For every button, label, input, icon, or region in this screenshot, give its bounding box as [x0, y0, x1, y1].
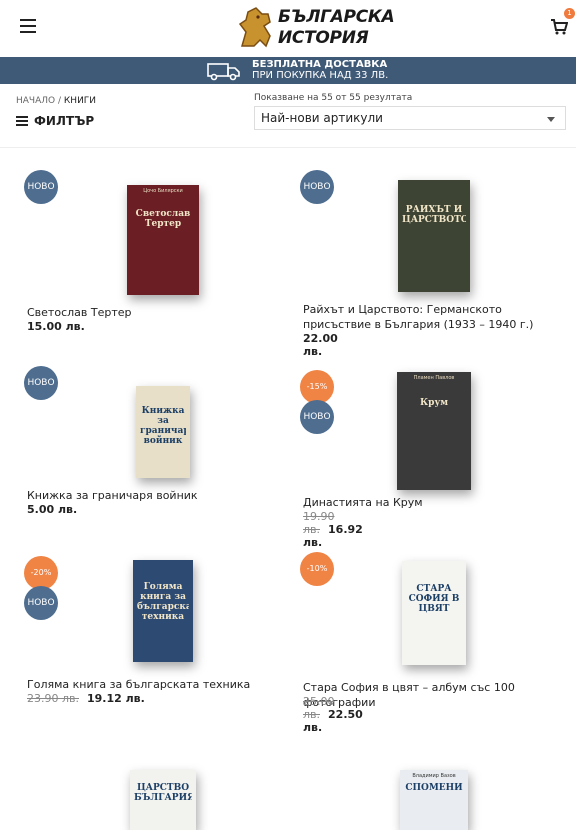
- product-price: 22.00 лв.: [303, 332, 338, 358]
- product-price: 25.00 лв. 22.50 лв.: [303, 695, 363, 734]
- site-logo[interactable]: БЪЛГАРСКА ИСТОРИЯ: [236, 6, 395, 52]
- book-cover-title: СПОМЕНИ: [405, 783, 463, 793]
- book-cover-title: Светослав Тертер: [135, 209, 191, 229]
- product-price: 5.00 лв.: [27, 503, 77, 516]
- old-price: 23.90 лв.: [27, 692, 79, 705]
- book-cover-image[interactable]: Светослав Тертер Цочо Билярски: [127, 185, 199, 295]
- book-cover-title: Крум: [419, 398, 449, 408]
- new-badge: НОВО: [24, 366, 58, 400]
- breadcrumb: НАЧАЛО / КНИГИ: [16, 96, 96, 106]
- new-badge: НОВО: [24, 170, 58, 204]
- logo-line1: БЪЛГАРСКА: [278, 7, 395, 27]
- book-cover-image[interactable]: ЦАРСТВО БЪЛГАРИЯ: [130, 770, 196, 830]
- current-price: 19.12 лв.: [87, 692, 145, 705]
- current-price: 22.00 лв.: [303, 332, 338, 358]
- book-cover-title: Книжка за граничаря войник: [140, 406, 186, 446]
- divider: [0, 147, 576, 148]
- book-cover-image[interactable]: СПОМЕНИ Владимир Вазов: [400, 770, 468, 830]
- book-cover-author: Владимир Вазов: [412, 773, 456, 779]
- book-cover-author: Цочо Билярски: [143, 188, 183, 194]
- book-cover-image[interactable]: СТАРА СОФИЯ В ЦВЯТ: [402, 561, 466, 665]
- new-badge: НОВО: [300, 170, 334, 204]
- truck-icon: [207, 63, 240, 81]
- filter-button[interactable]: ФИЛТЪР: [16, 114, 94, 128]
- product-name[interactable]: Династията на Крум: [303, 495, 561, 510]
- menu-lines-icon: [16, 114, 28, 128]
- book-cover-title: Голяма книга за българската техника: [137, 582, 189, 622]
- book-cover-title: ЦАРСТВО БЪЛГАРИЯ: [134, 783, 192, 803]
- logo-line2: ИСТОРИЯ: [278, 28, 369, 48]
- book-cover-image[interactable]: Крум Пламен Павлов: [397, 372, 471, 490]
- results-count: Показване на 55 от 55 резултата: [254, 93, 413, 103]
- free-shipping-banner: БЕЗПЛАТНА ДОСТАВКА ПРИ ПОКУПКА НАД 33 ЛВ…: [0, 57, 576, 84]
- product-price: 23.90 лв. 19.12 лв.: [27, 692, 145, 705]
- book-cover-title: СТАРА СОФИЯ В ЦВЯТ: [408, 584, 460, 614]
- product-price: 15.00 лв.: [27, 320, 85, 333]
- breadcrumb-current: КНИГИ: [63, 96, 97, 106]
- product-name[interactable]: Книжка за граничаря войник: [27, 488, 285, 503]
- book-cover-image[interactable]: Голяма книга за българската техника: [133, 560, 193, 662]
- book-cover-author: Пламен Павлов: [413, 375, 455, 381]
- product-name[interactable]: Светослав Тертер: [27, 305, 285, 320]
- product-name[interactable]: Райхът и Царството: Германското присъств…: [303, 302, 561, 332]
- breadcrumb-home-link[interactable]: НАЧАЛО: [16, 96, 55, 106]
- book-cover-title: РАЙХЪТ И ЦАРСТВОТО: [402, 205, 466, 225]
- current-price: 15.00 лв.: [27, 320, 85, 333]
- sort-selected-value: Най-нови артикули: [261, 111, 383, 125]
- breadcrumb-separator: /: [57, 96, 62, 106]
- sort-select[interactable]: Най-нови артикули: [254, 106, 566, 130]
- discount-badge: -20%: [24, 556, 58, 590]
- current-price: 5.00 лв.: [27, 503, 78, 516]
- hamburger-icon[interactable]: [20, 19, 36, 33]
- chevron-down-icon: [547, 117, 555, 122]
- cart-count-badge: 1: [564, 8, 575, 19]
- product-name[interactable]: Голяма книга за българската техника: [27, 677, 285, 692]
- book-cover-image[interactable]: Книжка за граничаря войник: [136, 386, 190, 478]
- lion-emblem-icon: [238, 7, 271, 48]
- banner-subline: ПРИ ПОКУПКА НАД 33 ЛВ.: [252, 70, 389, 81]
- new-badge: НОВО: [300, 400, 334, 434]
- discount-badge: -15%: [300, 370, 334, 404]
- cart-icon[interactable]: [550, 18, 570, 38]
- book-cover-image[interactable]: РАЙХЪТ И ЦАРСТВОТО: [398, 180, 470, 292]
- site-header: БЪЛГАРСКА ИСТОРИЯ 1: [0, 0, 576, 57]
- new-badge: НОВО: [24, 586, 58, 620]
- discount-badge: -10%: [300, 552, 334, 586]
- filter-label: ФИЛТЪР: [34, 114, 95, 128]
- product-price: 19.90 лв. 16.92 лв.: [303, 510, 363, 549]
